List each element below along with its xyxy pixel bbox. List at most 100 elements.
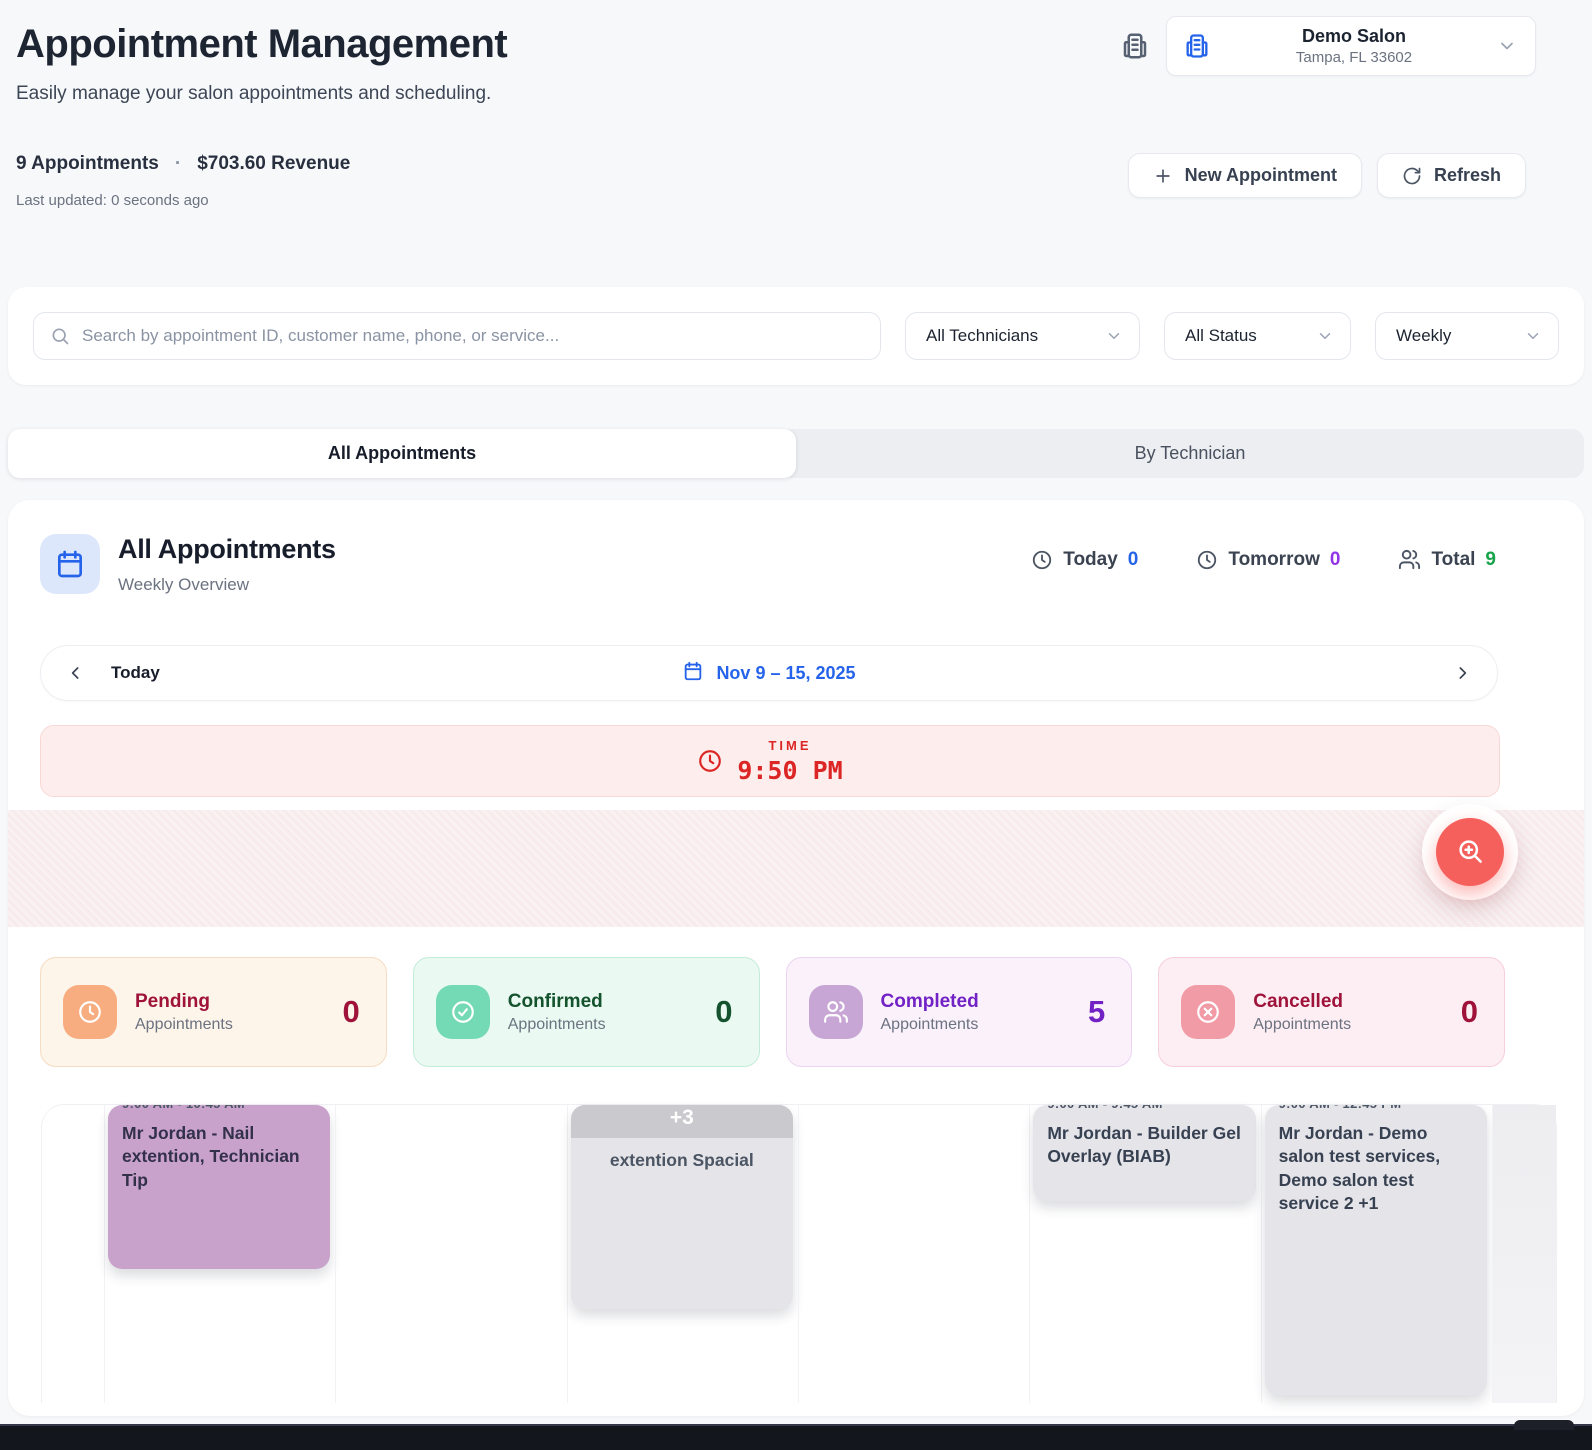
search-box[interactable] [33, 312, 881, 360]
appointment-title: Mr Jordan - Demo salon test services, De… [1278, 1123, 1441, 1213]
counter-today: Today 0 [1031, 548, 1138, 571]
appointment-title: extention Spacial [609, 1150, 754, 1170]
date-range-label[interactable]: Nov 9 – 15, 2025 [716, 663, 855, 684]
appointment-card[interactable]: 9:00 AM - 10:45 AM Mr Jordan - Nail exte… [108, 1105, 331, 1269]
period-filter-value: Weekly [1396, 326, 1452, 345]
appointment-time: 9:00 AM - 9:45 AM [1047, 1105, 1241, 1111]
panel-title: All Appointments [118, 534, 336, 564]
calendar-day-column[interactable]: 9:00 AM - 10:45 AM Mr Jordan - Nail exte… [104, 1105, 335, 1403]
tab-by-technician[interactable]: By Technician [796, 429, 1584, 478]
filter-bar: All Technicians All Status Weekly [8, 287, 1584, 385]
building-icon [1120, 31, 1150, 61]
status-filter-value: All Status [1185, 326, 1257, 345]
users-icon [1398, 548, 1421, 571]
refresh-label: Refresh [1433, 165, 1501, 185]
search-icon [50, 326, 70, 346]
technician-filter-value: All Technicians [926, 326, 1039, 345]
previous-week-button[interactable] [41, 663, 111, 683]
time-banner-label: TIME [768, 737, 812, 753]
date-navigation: Today Nov 9 – 15, 2025 [40, 645, 1498, 701]
counter-today-value: 0 [1127, 548, 1139, 570]
appointment-time: 9:00 AM - 12:45 PM [1279, 1105, 1473, 1111]
counter-tomorrow-label: Tomorrow [1228, 548, 1320, 570]
revenue-total: $703.60 Revenue [197, 153, 351, 174]
salon-location: Tampa, FL 33602 [1295, 49, 1413, 66]
appointment-overflow-badge: +3 [570, 1105, 793, 1138]
calendar-day-column[interactable]: 9:00 AM - 9:45 AM Mr Jordan - Builder Ge… [1029, 1105, 1260, 1403]
status-card-cancelled[interactable]: Cancelled Appointments 0 [1158, 957, 1505, 1067]
calendar-icon [682, 660, 704, 687]
calendar-day-column[interactable] [335, 1105, 566, 1403]
users-icon [808, 985, 863, 1039]
status-card-value: 0 [715, 994, 733, 1029]
appointments-count: 9 Appointments [16, 153, 159, 174]
status-filter-select[interactable]: All Status [1164, 312, 1351, 360]
appointment-group-card[interactable]: +3 extention Spacial [570, 1105, 793, 1309]
weekly-calendar: 9:00 AM - 10:45 AM Mr Jordan - Nail exte… [8, 1105, 1584, 1416]
status-card-value: 0 [342, 994, 360, 1029]
zoom-in-button[interactable] [1436, 818, 1504, 886]
chevron-down-icon [1105, 327, 1123, 345]
status-card-value: 5 [1088, 994, 1106, 1029]
refresh-button[interactable]: Refresh [1376, 153, 1526, 198]
stats-row: 9 Appointments · $703.60 Revenue Last up… [16, 153, 1526, 209]
counter-total-label: Total [1431, 548, 1476, 570]
search-input[interactable] [82, 326, 864, 346]
last-updated-text: Last updated: 0 seconds ago [16, 192, 209, 209]
chevron-down-icon [1524, 327, 1542, 345]
status-card-value: 0 [1460, 994, 1478, 1029]
appointment-management-page: Appointment Management Easily manage you… [0, 0, 1592, 1450]
calendar-toolbar-band [8, 804, 1584, 927]
plus-icon [1153, 166, 1173, 186]
clock-icon [1031, 549, 1053, 571]
status-card-title: Completed [880, 990, 979, 1012]
appointment-card[interactable]: 9:00 AM - 9:45 AM Mr Jordan - Builder Ge… [1033, 1105, 1256, 1201]
appointment-time: 9:00 AM - 10:45 AM [122, 1105, 316, 1111]
calendar-day-column[interactable]: 9:00 AM - 12:45 PM Mr Jordan - Demo salo… [1260, 1105, 1492, 1403]
current-time-banner: TIME 9:50 PM [40, 725, 1500, 797]
clock-icon [1196, 549, 1218, 571]
chevron-down-icon [1497, 36, 1517, 56]
calendar-grid: 9:00 AM - 10:45 AM Mr Jordan - Nail exte… [42, 1105, 1556, 1403]
calendar-icon [40, 534, 100, 594]
bottom-taskbar [0, 1420, 1592, 1450]
counter-tomorrow: Tomorrow 0 [1196, 548, 1340, 571]
clock-icon [697, 748, 723, 774]
salon-name: Demo Salon [1301, 26, 1407, 46]
calendar-time-gutter [42, 1105, 104, 1403]
page-subtitle: Easily manage your salon appointments an… [16, 83, 492, 104]
today-button[interactable]: Today [111, 663, 160, 683]
counter-total-value: 9 [1485, 548, 1496, 570]
counter-total: Total 9 [1398, 548, 1496, 571]
building-icon [1183, 32, 1211, 60]
appointment-title: Mr Jordan - Nail extention, Technician T… [122, 1123, 300, 1190]
x-circle-icon [1181, 985, 1236, 1039]
check-circle-icon [435, 985, 490, 1039]
time-banner-value: 9:50 PM [737, 755, 843, 785]
counter-tomorrow-value: 0 [1329, 548, 1341, 570]
chevron-down-icon [1316, 327, 1334, 345]
appointment-card[interactable]: 9:00 AM - 12:45 PM Mr Jordan - Demo salo… [1264, 1105, 1487, 1395]
status-card-subtitle: Appointments [1253, 1015, 1352, 1033]
clock-icon [63, 985, 117, 1039]
status-card-confirmed[interactable]: Confirmed Appointments 0 [412, 957, 760, 1067]
calendar-day-column[interactable] [1491, 1105, 1556, 1403]
calendar-day-column[interactable]: +3 extention Spacial [566, 1105, 798, 1403]
status-card-subtitle: Appointments [880, 1015, 979, 1033]
refresh-icon [1402, 166, 1422, 186]
new-appointment-button[interactable]: New Appointment [1127, 153, 1362, 198]
page-header: Appointment Management Easily manage you… [0, 0, 1592, 105]
appointment-title: Mr Jordan - Builder Gel Overlay (BIAB) [1047, 1123, 1241, 1167]
calendar-day-column[interactable] [797, 1105, 1029, 1403]
status-card-title: Confirmed [507, 990, 603, 1012]
next-week-button[interactable] [1427, 663, 1497, 683]
period-filter-select[interactable]: Weekly [1375, 312, 1559, 360]
status-card-pending[interactable]: Pending Appointments 0 [40, 957, 387, 1067]
status-card-subtitle: Appointments [507, 1015, 606, 1033]
status-card-completed[interactable]: Completed Appointments 5 [785, 957, 1133, 1067]
technician-filter-select[interactable]: All Technicians [905, 312, 1140, 360]
salon-selector[interactable]: Demo Salon Tampa, FL 33602 [1166, 16, 1536, 76]
view-tabs: All Appointments By Technician [8, 429, 1584, 478]
zoom-in-icon [1455, 836, 1485, 869]
tab-all-appointments[interactable]: All Appointments [8, 429, 796, 478]
